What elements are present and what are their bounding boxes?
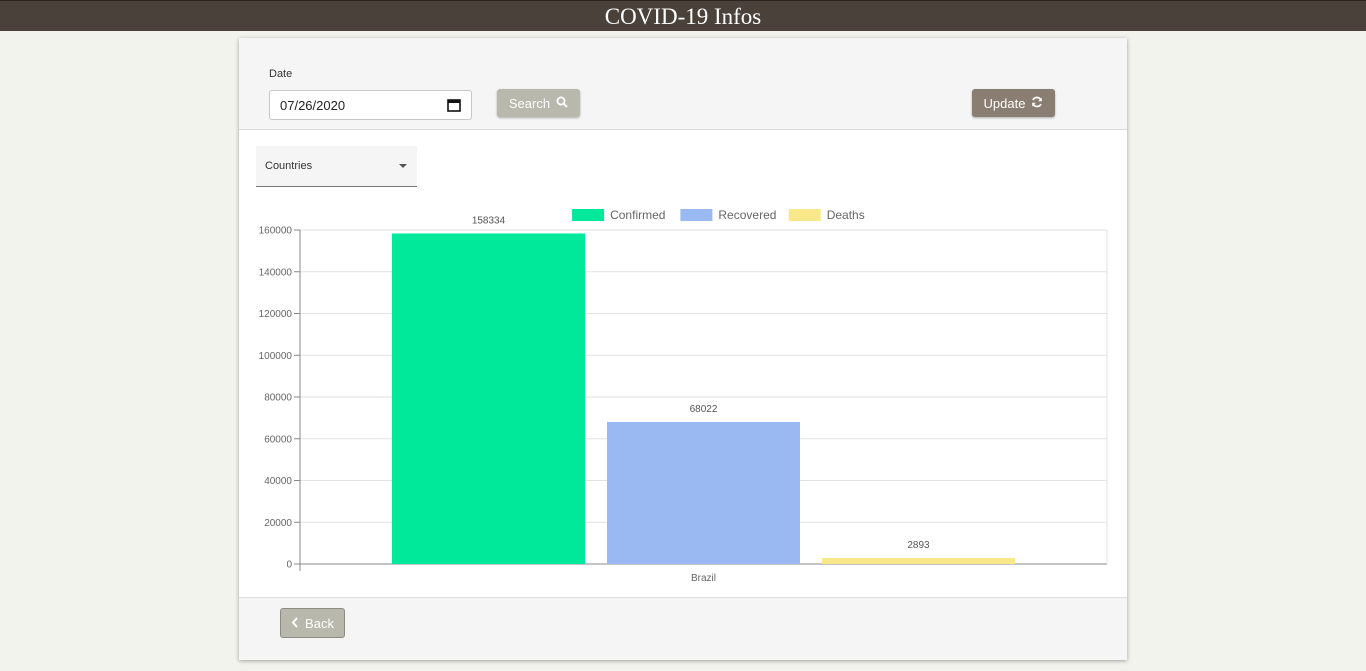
bar-confirmed	[392, 233, 585, 564]
y-tick-label: 100000	[259, 351, 293, 362]
chevron-left-icon	[291, 616, 299, 631]
card-footer: Back	[239, 597, 1127, 660]
y-tick-label: 40000	[264, 476, 292, 487]
app-title: COVID-19 Infos	[604, 3, 762, 29]
bar-recovered	[607, 422, 800, 564]
y-tick-label: 0	[286, 560, 292, 571]
x-tick-label: Brazil	[691, 573, 716, 584]
legend-label-recovered: Recovered	[718, 208, 776, 222]
legend-swatch-confirmed	[572, 209, 605, 221]
back-button-label: Back	[305, 615, 334, 631]
y-tick-label: 120000	[259, 309, 293, 320]
main-card: Date 07/26/2020 Search Update Countries …	[239, 38, 1127, 660]
y-tick-label: 80000	[264, 393, 292, 404]
y-tick-label: 20000	[264, 518, 292, 529]
top-bar: COVID-19 Infos	[0, 0, 1366, 31]
legend-label-confirmed: Confirmed	[610, 208, 665, 222]
data-label: 68022	[690, 404, 718, 415]
bar-chart: 0 20000 40000 60000 80000 100000 120000 140000 1…	[259, 208, 1108, 584]
y-tick-label: 60000	[264, 434, 292, 445]
y-tick-label: 160000	[259, 226, 293, 237]
legend-swatch-recovered	[680, 209, 713, 221]
legend-swatch-deaths	[788, 209, 821, 221]
legend-label-deaths: Deaths	[827, 208, 865, 222]
data-label: 158334	[472, 215, 506, 226]
y-tick-label: 140000	[259, 267, 293, 278]
bar-deaths	[822, 557, 1015, 564]
data-label: 2893	[907, 540, 930, 551]
back-button[interactable]: Back	[280, 608, 345, 638]
